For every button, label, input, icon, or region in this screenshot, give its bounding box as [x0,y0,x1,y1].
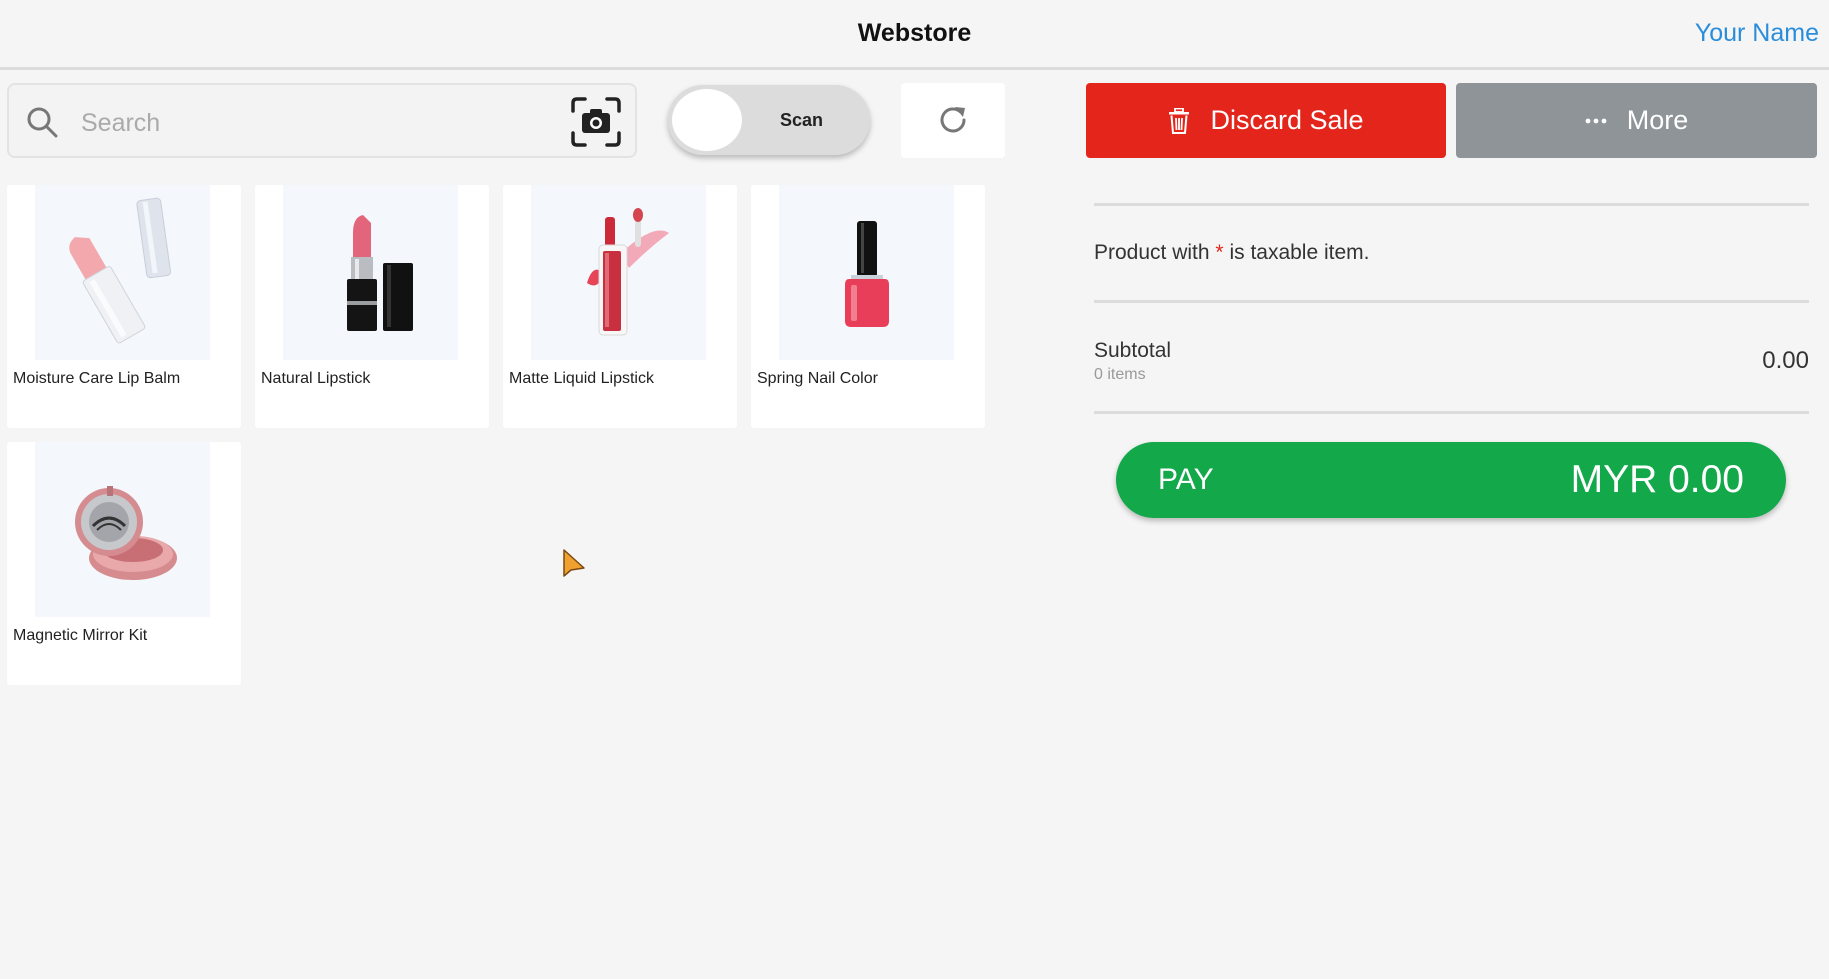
toggle-knob [672,89,742,151]
search-box[interactable] [7,83,637,158]
search-icon [27,107,58,138]
discard-sale-button[interactable]: Discard Sale [1086,83,1446,158]
search-input[interactable] [79,103,559,143]
product-name: Magnetic Mirror Kit [13,627,148,644]
scan-toggle[interactable]: Scan [668,85,870,155]
lip-balm-icon [35,185,210,360]
top-bar: Webstore Your Name [0,0,1829,70]
product-card-lip-balm[interactable]: Moisture Care Lip Balm [7,185,241,428]
lipstick-icon [283,185,458,360]
camera-scan-icon[interactable] [569,95,623,149]
mouse-cursor-icon [563,549,585,577]
tax-note-star: * [1215,241,1224,264]
subtotal-label: Subtotal [1094,339,1172,362]
product-card-spring-nail-color[interactable]: Spring Nail Color [751,185,985,428]
product-card-magnetic-mirror-kit[interactable]: Magnetic Mirror Kit [7,442,241,685]
scan-toggle-label: Scan [780,110,824,130]
product-card-matte-liquid-lipstick[interactable]: Matte Liquid Lipstick [503,185,737,428]
refresh-button[interactable] [901,83,1005,158]
divider [1094,411,1809,414]
product-name: Spring Nail Color [757,370,878,387]
divider [1094,300,1809,303]
pay-amount: MYR 0.00 [1570,458,1744,501]
subtotal-value: 0.00 [1762,347,1809,374]
page-title: Webstore [857,19,972,47]
refresh-icon [940,107,966,133]
liquid-lipstick-icon [531,185,706,360]
tax-note-suffix: is taxable item. [1229,241,1370,264]
product-name: Natural Lipstick [261,370,371,387]
mirror-kit-icon [35,442,210,617]
product-name: Moisture Care Lip Balm [13,370,181,387]
divider [1094,203,1809,206]
user-name-link[interactable]: Your Name [1695,0,1819,66]
nail-polish-icon [779,185,954,360]
tax-note-prefix: Product with [1094,241,1210,264]
pay-label: PAY [1158,463,1214,496]
item-count: 0 items [1094,366,1146,383]
tax-note: Product with * is taxable item. [1094,241,1370,265]
discard-sale-label: Discard Sale [1210,105,1364,135]
ellipsis-icon [1585,118,1607,124]
trash-icon [1168,107,1190,134]
more-label: More [1626,105,1689,135]
product-name: Matte Liquid Lipstick [509,370,654,387]
product-card-natural-lipstick[interactable]: Natural Lipstick [255,185,489,428]
pay-button[interactable]: PAY MYR 0.00 [1116,442,1786,518]
more-button[interactable]: More [1456,83,1817,158]
